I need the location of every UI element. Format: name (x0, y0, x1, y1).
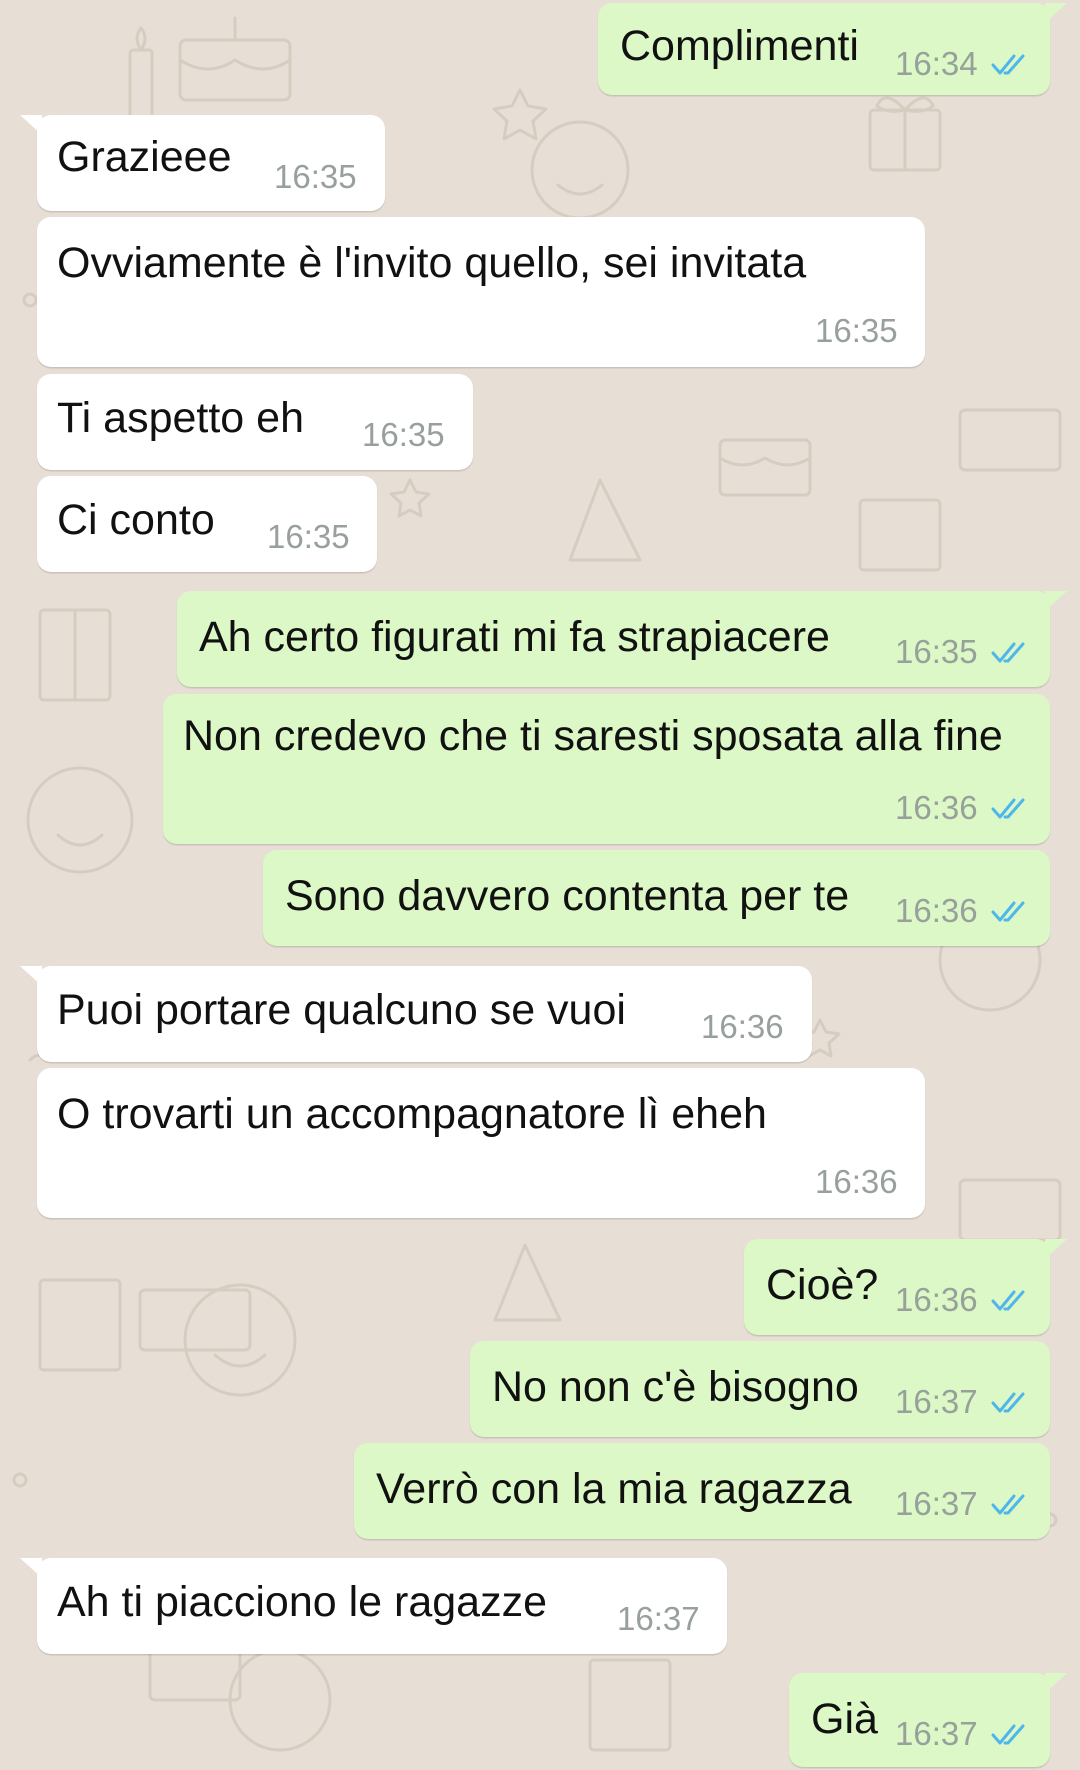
message-time: 16:35 (815, 312, 898, 349)
message-time: 16:35 (274, 158, 357, 195)
message-time: 16:35 (362, 416, 445, 453)
message-text: Già (811, 1695, 878, 1743)
read-double-check-icon (991, 1392, 1025, 1413)
incoming-message[interactable]: Ci conto 16:35 (37, 476, 377, 572)
read-double-check-icon (991, 1290, 1025, 1311)
outgoing-message[interactable]: Complimenti 16:34 (598, 3, 1067, 95)
message-text: Non credevo che ti saresti sposata alla … (183, 712, 1003, 760)
message-text: Ti aspetto eh (57, 394, 304, 442)
incoming-message[interactable]: O trovarti un accompagnatore lì eheh 16:… (37, 1068, 925, 1218)
message-text: Sono davvero contenta per te (285, 872, 850, 920)
outgoing-message[interactable]: Cioè? 16:36 (744, 1239, 1067, 1335)
outgoing-message[interactable]: Ah certo figurati mi fa strapiacere 16:3… (177, 591, 1067, 687)
message-time: 16:35 (895, 633, 978, 670)
message-time: 16:37 (895, 1485, 978, 1522)
message-text: Ah certo figurati mi fa strapiacere (199, 613, 830, 661)
message-time: 16:36 (895, 789, 978, 826)
read-double-check-icon (991, 54, 1025, 75)
outgoing-message[interactable]: Già 16:37 (789, 1673, 1067, 1767)
read-double-check-icon (991, 901, 1025, 922)
message-text: Grazieee (57, 133, 232, 181)
incoming-message[interactable]: Ovviamente è l'invito quello, sei invita… (37, 217, 925, 367)
outgoing-message[interactable]: Non credevo che ti saresti sposata alla … (163, 694, 1050, 844)
message-time: 16:36 (701, 1008, 784, 1045)
message-text: Ovviamente è l'invito quello, sei invita… (57, 239, 807, 287)
message-time: 16:37 (895, 1383, 978, 1420)
message-time: 16:36 (895, 892, 978, 929)
message-text: Ci conto (57, 496, 215, 544)
incoming-message[interactable]: Grazieee 16:35 (20, 115, 385, 211)
read-double-check-icon (991, 642, 1025, 663)
read-double-check-icon (991, 1494, 1025, 1515)
incoming-message[interactable]: Ah ti piacciono le ragazze 16:37 (20, 1558, 727, 1654)
outgoing-message[interactable]: No non c'è bisogno 16:37 (470, 1341, 1050, 1437)
message-time: 16:36 (895, 1281, 978, 1318)
message-time: 16:34 (895, 45, 978, 82)
incoming-message[interactable]: Puoi portare qualcuno se vuoi 16:36 (20, 966, 812, 1062)
outgoing-message[interactable]: Verrò con la mia ragazza 16:37 (354, 1443, 1050, 1539)
message-time: 16:36 (815, 1163, 898, 1200)
read-double-check-icon (991, 1724, 1025, 1745)
message-text: Cioè? (766, 1261, 879, 1309)
message-time: 16:37 (895, 1715, 978, 1752)
message-time: 16:37 (617, 1600, 700, 1637)
message-text: Ah ti piacciono le ragazze (57, 1578, 548, 1626)
outgoing-message[interactable]: Sono davvero contenta per te 16:36 (263, 850, 1050, 946)
message-text: Puoi portare qualcuno se vuoi (57, 986, 626, 1034)
message-text: No non c'è bisogno (492, 1363, 859, 1411)
message-text: Verrò con la mia ragazza (376, 1465, 852, 1513)
message-time: 16:35 (267, 518, 350, 555)
message-text: Complimenti (620, 22, 859, 70)
read-double-check-icon (991, 798, 1025, 819)
incoming-message[interactable]: Ti aspetto eh 16:35 (37, 374, 473, 470)
message-text: O trovarti un accompagnatore lì eheh (57, 1090, 767, 1138)
chat-thread: Complimenti 16:34 Grazieee 16:35 Ovviame… (0, 0, 1080, 1770)
